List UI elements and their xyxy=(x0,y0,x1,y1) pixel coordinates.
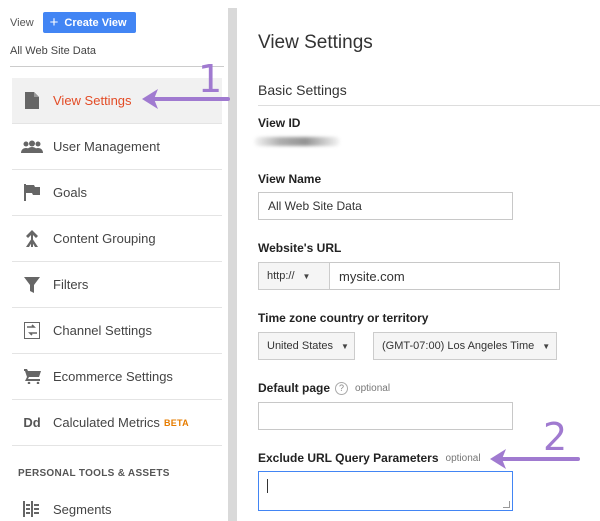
exclude-params-textarea[interactable] xyxy=(258,471,513,511)
website-url-label: Website's URL xyxy=(258,241,341,255)
resize-handle[interactable] xyxy=(503,501,510,508)
timezone-country-dropdown[interactable]: United States ▼ xyxy=(258,332,355,360)
sidebar-item-label: Channel Settings xyxy=(53,323,153,338)
dropdown-value: United States xyxy=(267,340,334,352)
divider xyxy=(10,66,224,67)
section-heading: PERSONAL TOOLS & ASSETS xyxy=(18,468,170,479)
default-page-input[interactable] xyxy=(258,402,513,430)
sidebar-item-label: Goals xyxy=(53,185,87,200)
sidebar-item-label: Calculated Metrics xyxy=(53,415,160,430)
content-grouping-icon xyxy=(21,230,43,247)
timezone-label: Time zone country or territory xyxy=(258,311,428,325)
timezone-dropdown[interactable]: (GMT-07:00) Los Angeles Time ▼ xyxy=(373,332,557,360)
text-cursor xyxy=(267,479,268,493)
optional-tag: optional xyxy=(355,382,391,394)
view-id-redacted xyxy=(254,137,340,146)
sidebar: View + Create View All Web Site Data Vie… xyxy=(0,0,228,521)
caret-down-icon: ▼ xyxy=(302,271,311,281)
protocol-dropdown[interactable]: http:// ▼ xyxy=(258,262,330,290)
optional-tag: optional xyxy=(445,452,481,464)
view-id-label: View ID xyxy=(258,116,300,130)
field-label-text: Website's URL xyxy=(258,241,342,255)
sidebar-item-label: View Settings xyxy=(53,93,132,108)
section-title: Basic Settings xyxy=(258,82,347,98)
view-name-label: View Name xyxy=(258,172,321,186)
flag-icon xyxy=(21,184,43,201)
view-row: View + Create View xyxy=(10,12,136,33)
field-label-text: View ID xyxy=(258,116,301,130)
sidebar-item-label: Filters xyxy=(53,277,89,292)
beta-badge: BETA xyxy=(163,417,189,428)
segments-icon xyxy=(21,501,43,517)
cart-icon xyxy=(21,369,43,384)
caret-down-icon: ▼ xyxy=(341,341,349,351)
sidebar-item-channel-settings[interactable]: Channel Settings xyxy=(12,308,222,354)
sidebar-item-goals[interactable]: Goals xyxy=(12,170,222,216)
funnel-icon xyxy=(21,276,43,293)
sidebar-item-label: Ecommerce Settings xyxy=(53,369,173,384)
page-title: View Settings xyxy=(258,32,373,53)
create-view-button[interactable]: + Create View xyxy=(42,12,136,33)
field-label-text: View Name xyxy=(258,172,322,186)
field-label-text: Default page xyxy=(258,381,331,395)
divider xyxy=(258,105,600,106)
website-url-input[interactable]: mysite.com xyxy=(330,262,560,290)
users-icon xyxy=(21,140,43,154)
sidebar-item-label: User Management xyxy=(53,139,160,154)
sidebar-item-label: Segments xyxy=(53,501,112,517)
dropdown-value: http:// xyxy=(267,270,295,282)
channel-settings-icon xyxy=(21,322,43,339)
admin-nav: View Settings User Management Goals Cont… xyxy=(12,78,222,521)
document-icon xyxy=(21,92,43,109)
view-selector[interactable]: All Web Site Data xyxy=(10,45,96,57)
sidebar-item-content-grouping[interactable]: Content Grouping xyxy=(12,216,222,262)
sidebar-item-user-management[interactable]: User Management xyxy=(12,124,222,170)
panel-separator xyxy=(228,8,237,521)
annotation-arrow-1 xyxy=(142,89,230,109)
sidebar-item-ecommerce-settings[interactable]: Ecommerce Settings xyxy=(12,354,222,400)
view-label: View xyxy=(10,16,34,29)
annotation-arrow-2 xyxy=(490,449,580,469)
dropdown-value: (GMT-07:00) Los Angeles Time xyxy=(382,340,535,352)
sidebar-item-segments[interactable]: Segments xyxy=(12,486,222,521)
default-page-label: Default page ? optional xyxy=(258,381,390,395)
caret-down-icon: ▼ xyxy=(542,341,551,351)
view-name-input[interactable]: All Web Site Data xyxy=(258,192,513,220)
sidebar-item-calculated-metrics[interactable]: Dd Calculated Metrics BETA xyxy=(12,400,222,446)
plus-icon: + xyxy=(49,14,59,31)
field-label-text: Exclude URL Query Parameters xyxy=(258,451,439,465)
sidebar-item-label: Content Grouping xyxy=(53,231,156,246)
help-icon[interactable]: ? xyxy=(335,381,349,395)
field-label-text: Time zone country or territory xyxy=(258,311,429,325)
dd-icon: Dd xyxy=(23,415,41,430)
sidebar-item-filters[interactable]: Filters xyxy=(12,262,222,308)
create-view-label: Create View xyxy=(64,16,127,29)
exclude-params-label: Exclude URL Query Parameters optional xyxy=(258,451,481,465)
